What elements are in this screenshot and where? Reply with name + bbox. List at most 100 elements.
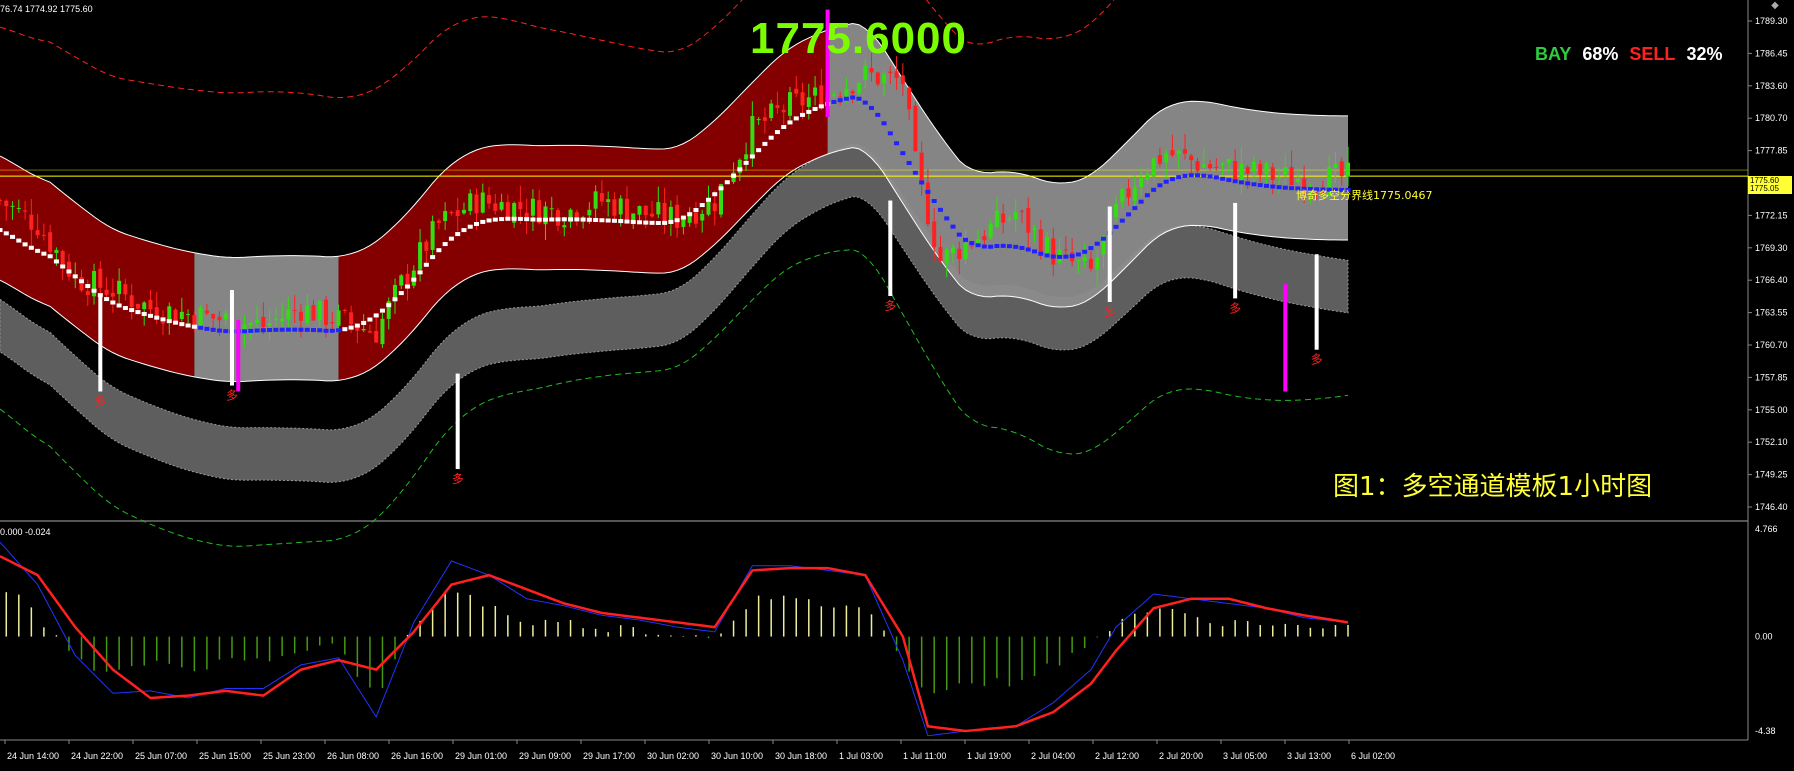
time-tick-label: 3 Jul 05:00	[1223, 751, 1267, 761]
trend-dot	[423, 262, 429, 267]
trend-dot	[731, 173, 737, 178]
candle-body	[982, 236, 987, 241]
trend-dot	[430, 255, 436, 260]
candle-body	[800, 92, 805, 106]
candle-body	[129, 295, 134, 308]
trend-dot	[1082, 249, 1088, 254]
trend-dot	[1088, 246, 1094, 251]
candle-body	[1170, 150, 1175, 156]
trend-dot	[342, 327, 348, 332]
time-tick-label: 26 Jun 08:00	[327, 751, 379, 761]
candle-body	[1139, 178, 1144, 188]
trend-dot	[455, 232, 461, 237]
candle-body	[1201, 164, 1206, 168]
candle-body	[292, 309, 297, 311]
candle-body	[211, 313, 216, 319]
time-tick-label: 30 Jun 18:00	[775, 751, 827, 761]
trend-dot	[630, 219, 636, 224]
trend-dot	[963, 237, 969, 242]
candle-body	[775, 105, 780, 109]
signal-glyph-5: 多	[1229, 301, 1241, 315]
chart-collapse-icon[interactable]: ◆	[1768, 0, 1782, 12]
signal-glyph-3: 多	[884, 299, 896, 313]
candle-body	[963, 242, 968, 260]
trend-dot	[3, 231, 9, 236]
price-tick-label: 1786.45	[1755, 48, 1788, 58]
candle-body	[700, 213, 705, 221]
trend-dot	[856, 96, 862, 101]
trend-dot	[1113, 224, 1119, 229]
candle-body	[1088, 258, 1093, 269]
trend-dot	[461, 228, 467, 233]
candle-body	[1333, 163, 1338, 168]
candle-body	[1208, 164, 1213, 169]
trend-dot	[693, 208, 699, 213]
candle-body	[1120, 189, 1125, 203]
candle-body	[1151, 158, 1156, 177]
candle-body	[85, 291, 90, 296]
candle-body	[687, 215, 692, 223]
trend-dot	[1006, 244, 1012, 249]
candle-body	[179, 311, 184, 320]
trend-dot	[1138, 199, 1144, 204]
trend-dot	[524, 217, 530, 222]
trend-dot	[66, 269, 72, 274]
candle-body	[907, 87, 912, 110]
candle-body	[1038, 229, 1043, 254]
trend-dot	[756, 148, 762, 153]
price-tick-label: 1755.00	[1755, 405, 1788, 415]
candle-body	[831, 94, 836, 96]
trend-dot	[1169, 177, 1175, 182]
trend-dot	[1245, 181, 1251, 186]
candle-body	[1114, 204, 1119, 218]
trend-dot	[868, 105, 874, 110]
price-tick-label: 1763.55	[1755, 308, 1788, 318]
trading-chart[interactable]: 多多多多多多多1789.301786.451783.601780.701777.…	[0, 0, 1794, 771]
trend-dot	[900, 151, 906, 156]
candle-body	[1277, 177, 1282, 179]
candle-body	[938, 246, 943, 262]
candle-body	[1346, 162, 1350, 177]
candle-body	[856, 83, 861, 94]
trend-dot	[417, 270, 423, 275]
trend-dot	[1263, 183, 1269, 188]
candle-body	[418, 242, 423, 270]
trend-dot	[1075, 252, 1081, 257]
trend-dot	[499, 217, 505, 222]
time-tick-label: 29 Jun 17:00	[583, 751, 635, 761]
trend-dot	[536, 217, 542, 222]
channel-segment-1	[194, 252, 339, 382]
candle-body	[1126, 188, 1131, 198]
trend-dot	[442, 242, 448, 247]
candle-body	[599, 193, 604, 202]
candle-body	[1095, 257, 1100, 270]
trend-dot	[41, 251, 47, 256]
trend-dot	[1251, 182, 1257, 187]
trend-dot	[1069, 254, 1075, 259]
candle-body	[0, 200, 2, 202]
trend-dot	[937, 207, 943, 212]
trend-dot	[680, 215, 686, 220]
trend-dot	[837, 98, 843, 103]
trend-dot	[348, 325, 354, 330]
bay-value: 68%	[1582, 44, 1619, 64]
candle-body	[1063, 249, 1068, 251]
trend-dot	[843, 96, 849, 101]
sentiment-panel: BAY 68% SELL 32%	[1535, 44, 1728, 65]
trend-dot	[1094, 241, 1100, 246]
candle-body	[298, 311, 303, 321]
trend-dot	[298, 327, 304, 332]
trend-dot	[505, 216, 511, 221]
price-tick-label: 1789.30	[1755, 16, 1788, 26]
candle-body	[944, 249, 949, 264]
trend-dot	[379, 308, 385, 313]
trend-dot	[210, 327, 216, 332]
trend-dot	[116, 303, 122, 308]
candle-body	[706, 199, 711, 215]
trend-dot	[969, 241, 975, 246]
candle-body	[480, 192, 485, 213]
trend-dot	[1182, 173, 1188, 178]
trend-dot	[285, 327, 291, 332]
candle-body	[587, 209, 592, 216]
candle-body	[148, 299, 153, 310]
